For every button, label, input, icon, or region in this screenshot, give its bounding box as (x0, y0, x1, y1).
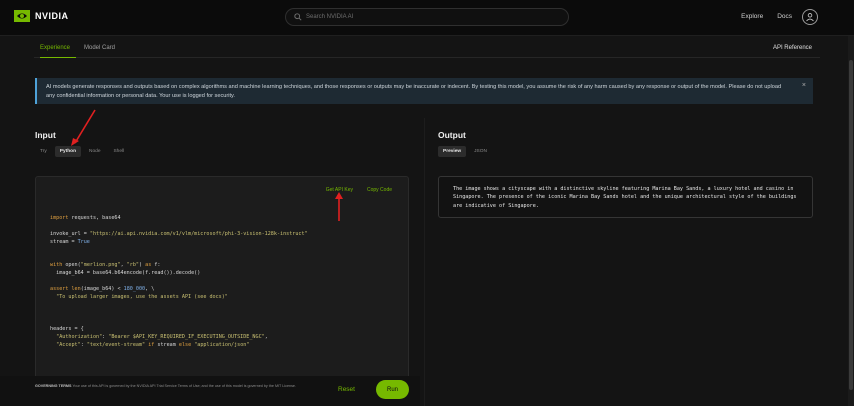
output-box: The image shows a cityscape with a disti… (438, 176, 813, 218)
code-line: image_b64 = base64.b64encode(f.read()).d… (50, 270, 201, 277)
code-line: "Accept": "text/event-stream" if stream … (56, 341, 250, 348)
annotation-arrow-icon (71, 109, 96, 146)
page-scrollbar[interactable] (848, 36, 854, 406)
top-nav: Explore Docs (741, 13, 792, 20)
output-title: Output (438, 130, 466, 140)
footer: GOVERNING TERMS Your use of this API is … (0, 376, 420, 406)
code-line: "To upload larger images, use the assets… (56, 294, 228, 301)
governing-terms-text: Your use of this API is governed by the … (72, 384, 296, 388)
code-block: import requests, base64 invoke_url = "ht… (50, 215, 308, 349)
code-line: invoke_url = "https://ai.api.nvidia.com/… (50, 230, 308, 237)
disclaimer-banner: AI models generate responses and outputs… (35, 78, 813, 104)
input-title: Input (35, 130, 56, 140)
sub-tabs: Experience Model Card API Reference (34, 40, 820, 58)
search-icon (294, 13, 302, 21)
user-glyph-icon (806, 13, 814, 22)
code-line: with open("merlion.png", "rb") as f: (50, 262, 161, 269)
output-tabs: Preview JSON (438, 146, 492, 157)
tab-try[interactable]: Try (35, 146, 52, 157)
panel-divider (424, 118, 425, 406)
output-text: The image shows a cityscape with a disti… (453, 186, 797, 209)
code-line: assert len(image_b64) < 180_000, \ (50, 286, 155, 293)
tab-shell[interactable]: Shell (108, 146, 129, 157)
active-tab-underline (40, 57, 76, 58)
brand-name: NVIDIA (35, 11, 69, 21)
code-line: "Authorization": "Bearer $API_KEY_REQUIR… (56, 333, 268, 340)
user-icon[interactable] (802, 9, 818, 25)
nav-explore[interactable]: Explore (741, 13, 763, 20)
tab-model-card[interactable]: Model Card (84, 45, 115, 51)
search-input[interactable]: Search NVIDIA AI (285, 8, 569, 26)
run-button[interactable]: Run (376, 380, 409, 399)
language-tabs: Try Python Node Shell (35, 146, 129, 157)
nvidia-logo-icon (14, 10, 30, 22)
top-bar: NVIDIA Search NVIDIA AI Explore Docs (0, 0, 854, 36)
api-reference-link[interactable]: API Reference (773, 45, 812, 51)
tab-python[interactable]: Python (54, 146, 82, 157)
governing-terms: GOVERNING TERMS Your use of this API is … (35, 384, 335, 390)
scroll-thumb[interactable] (849, 60, 853, 390)
code-line: headers = { (50, 325, 84, 332)
tab-node[interactable]: Node (84, 146, 105, 157)
close-icon[interactable]: × (802, 82, 806, 89)
nav-docs[interactable]: Docs (777, 13, 792, 20)
code-actions: Get API Key Copy Code (326, 187, 392, 193)
code-editor[interactable]: Get API Key Copy Code import requests, b… (35, 176, 409, 406)
copy-code-button[interactable]: Copy Code (367, 187, 392, 193)
disclaimer-text: AI models generate responses and outputs… (46, 84, 782, 99)
code-line: import requests, base64 (50, 215, 121, 221)
code-line: stream = True (50, 238, 90, 245)
search-placeholder: Search NVIDIA AI (306, 14, 354, 20)
tab-json[interactable]: JSON (469, 146, 492, 157)
governing-terms-label: GOVERNING TERMS (35, 384, 72, 388)
tab-preview[interactable]: Preview (438, 146, 467, 157)
nvidia-logo[interactable]: NVIDIA (14, 10, 69, 22)
get-api-key-button[interactable]: Get API Key (326, 187, 353, 193)
tab-experience[interactable]: Experience (40, 45, 70, 51)
reset-button[interactable]: Reset (338, 386, 355, 393)
